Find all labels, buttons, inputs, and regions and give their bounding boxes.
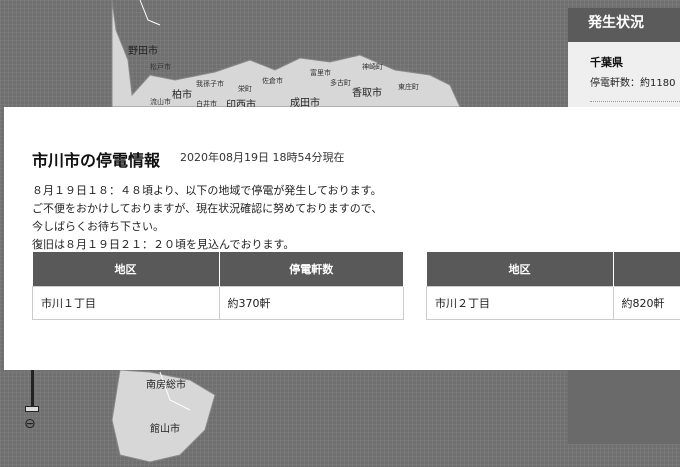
- cell-count: 約820軒: [612, 286, 680, 320]
- city-label-kashiwa: 柏市: [172, 90, 192, 101]
- message-line: ご不便をおかけしておりますが、現在状況確認に努めておりますので、: [32, 202, 383, 215]
- message-line: ８月１９日１８：４８頃より、以下の地域で停電が発生しております。: [32, 184, 382, 197]
- modal-title: 市川市の停電情報: [32, 151, 161, 170]
- outage-table-2: 地区 市川２丁目 約820軒: [426, 252, 680, 320]
- city-label-tomisato: 富里市: [310, 69, 331, 77]
- city-label-sakura: 佐倉市: [262, 77, 283, 85]
- header-area: 地区: [32, 252, 220, 287]
- cell-area: 市川２丁目: [426, 286, 614, 320]
- zoom-slider-handle[interactable]: [25, 406, 39, 412]
- city-label-tateyama: 館山市: [150, 424, 180, 435]
- city-label-minamiboso: 南房総市: [146, 380, 186, 391]
- outage-info-modal: 市川市の停電情報 2020年08月19日 18時54分現在 ８月１９日１８：４８…: [4, 107, 680, 370]
- modal-timestamp: 2020年08月19日 18時54分現在: [180, 151, 345, 164]
- city-label-tako: 多古町: [330, 79, 351, 87]
- city-label-tonosho: 東庄町: [398, 83, 419, 91]
- city-label-nagareyama: 流山市: [150, 98, 171, 106]
- side-panel-title: 発生状況: [568, 8, 680, 42]
- city-label-abiko: 我孫子市: [196, 80, 224, 88]
- header-count: 停電軒数: [219, 252, 404, 287]
- prefecture-name: 千葉県: [590, 56, 623, 69]
- zoom-slider-track[interactable]: [31, 370, 34, 408]
- divider: [590, 101, 680, 102]
- city-label-katori: 香取市: [352, 88, 382, 99]
- table-row: 市川２丁目 約820軒: [426, 286, 680, 320]
- city-label-sakae: 栄町: [238, 85, 252, 93]
- city-label-kozaki: 神崎町: [362, 63, 383, 71]
- header-count: [613, 252, 680, 287]
- outage-table-1: 地区 停電軒数 市川１丁目 約370軒: [32, 252, 404, 320]
- message-line: 今しばらくお待ち下さい。: [32, 220, 164, 233]
- city-label-matsudo: 松戸市: [150, 63, 171, 71]
- cell-area: 市川１丁目: [32, 286, 220, 320]
- city-label-noda: 野田市: [128, 46, 158, 57]
- header-area: 地区: [426, 252, 614, 287]
- outage-message: ８月１９日１８：４８頃より、以下の地域で停電が発生しております。 ご不便をおかけ…: [32, 182, 382, 254]
- zoom-out-icon[interactable]: ⊖: [24, 416, 36, 432]
- cell-count: 約370軒: [218, 286, 404, 320]
- table-row: 市川１丁目 約370軒: [32, 286, 404, 320]
- outage-count: 停電軒数：約1180: [590, 78, 676, 89]
